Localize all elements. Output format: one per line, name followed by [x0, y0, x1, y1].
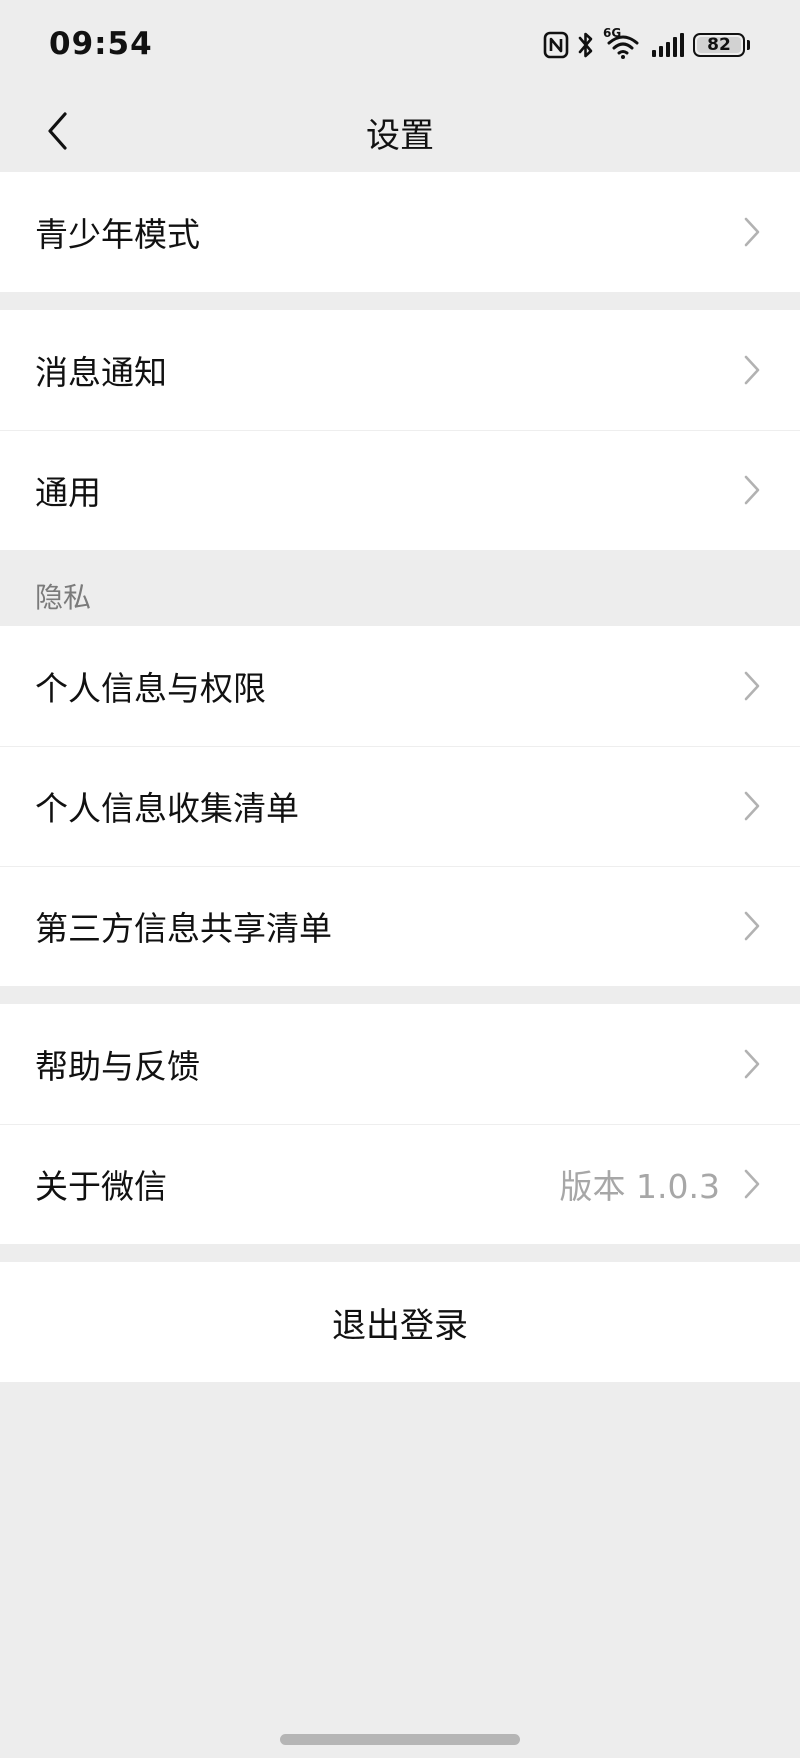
chevron-right-icon	[744, 671, 760, 701]
nav-bar: 设置	[0, 90, 800, 172]
battery-icon: 82	[693, 33, 745, 57]
version-text: 版本 1.0.3	[559, 1167, 720, 1206]
settings-item-label: 个人信息与权限	[35, 669, 266, 708]
chevron-right-icon	[744, 1049, 760, 1079]
settings-item-general[interactable]: 通用	[0, 430, 800, 550]
bluetooth-icon	[578, 32, 593, 58]
settings-item-label: 关于微信	[35, 1167, 167, 1206]
youth-group: 青少年模式	[0, 172, 800, 292]
settings-item-info-collection[interactable]: 个人信息收集清单	[0, 746, 800, 866]
chevron-right-icon	[744, 911, 760, 941]
page-title: 设置	[366, 116, 434, 156]
wifi-icon	[607, 35, 639, 59]
nfc-icon	[543, 31, 569, 59]
settings-item-teen-mode[interactable]: 青少年模式	[0, 172, 800, 292]
status-bar: 09:54 6G 82	[0, 0, 800, 90]
battery-tip	[747, 40, 750, 50]
settings-item-label: 消息通知	[35, 353, 167, 392]
settings-item-label: 第三方信息共享清单	[35, 909, 332, 948]
settings-item-label: 通用	[35, 473, 101, 512]
signal-icon	[652, 33, 684, 57]
privacy-group: 个人信息与权限 个人信息收集清单 第三方信息共享清单	[0, 626, 800, 986]
settings-item-label: 帮助与反馈	[35, 1047, 200, 1086]
chevron-right-icon	[744, 355, 760, 385]
settings-item-third-party[interactable]: 第三方信息共享清单	[0, 866, 800, 986]
general-group: 消息通知 通用	[0, 310, 800, 550]
settings-item-notifications[interactable]: 消息通知	[0, 310, 800, 430]
settings-item-help[interactable]: 帮助与反馈	[0, 1004, 800, 1124]
chevron-right-icon	[744, 791, 760, 821]
wifi-group: 6G	[603, 26, 643, 60]
logout-button[interactable]: 退出登录	[0, 1262, 800, 1382]
chevron-right-icon	[744, 1169, 760, 1199]
battery-level: 82	[697, 35, 741, 55]
status-icons: 6G 82	[543, 26, 750, 62]
home-indicator[interactable]	[280, 1734, 520, 1745]
settings-item-label: 青少年模式	[35, 215, 200, 254]
chevron-right-icon	[744, 217, 760, 247]
settings-item-label: 个人信息收集清单	[35, 789, 299, 828]
chevron-right-icon	[744, 475, 760, 505]
section-header-privacy: 隐私	[35, 581, 92, 614]
settings-item-permissions[interactable]: 个人信息与权限	[0, 626, 800, 746]
settings-item-about-wechat[interactable]: 关于微信 版本 1.0.3	[0, 1124, 800, 1244]
status-time: 09:54	[49, 26, 153, 62]
about-group: 帮助与反馈 关于微信 版本 1.0.3	[0, 1004, 800, 1244]
